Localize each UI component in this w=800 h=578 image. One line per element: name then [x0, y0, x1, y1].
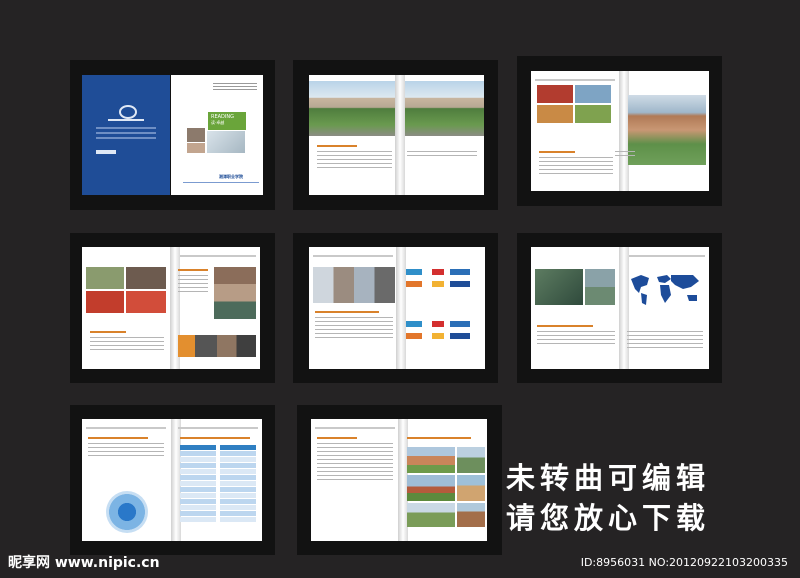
header-rule [535, 79, 615, 81]
photo-building-1 [407, 447, 455, 473]
cover-footer-line [183, 182, 259, 183]
photo-portraits [214, 267, 256, 319]
header-rule [313, 255, 393, 257]
brochure-spread-buildings [297, 405, 502, 555]
reading-sub: 读·卓越 [211, 120, 225, 125]
photo-building-6 [457, 503, 485, 527]
photo-man [535, 269, 583, 305]
photo-d [575, 105, 611, 123]
slogan-line-1: 未转曲可编辑 [505, 461, 710, 495]
contact-lines [213, 83, 257, 90]
world-map-icon [627, 269, 703, 309]
body-text [90, 337, 164, 353]
photo-building-5 [407, 503, 455, 527]
image-id-watermark: ID:8956031 NO:20120922103200335 [580, 556, 788, 569]
brochure-spread-campus-panorama [293, 60, 498, 210]
spread-pages [531, 71, 709, 191]
section-heading-rule [537, 325, 593, 327]
cover-back: READING 读·卓越 湘潭职业学院 [171, 75, 263, 195]
section-heading-rule [539, 151, 575, 153]
body-text-left [317, 151, 392, 171]
reading-label: READING [211, 114, 234, 120]
body-text [88, 443, 164, 459]
section-heading-rule-2 [90, 331, 126, 333]
photo-bridge [628, 95, 706, 165]
body-text [317, 443, 393, 483]
body-text-right [407, 151, 477, 159]
photo-building-2 [457, 447, 485, 473]
brochure-spread-world-map [517, 233, 722, 383]
spine [396, 247, 406, 369]
section-heading-rule [315, 311, 379, 313]
photo-b [575, 85, 611, 103]
photo-group [126, 267, 166, 289]
photo-building-4 [457, 475, 485, 501]
photo-heading-rule [407, 437, 471, 439]
brochure-spread-cover: READING 读·卓越 湘潭职业学院 [70, 60, 275, 210]
header-rule [176, 255, 256, 257]
spine [395, 75, 405, 195]
body-text-right [627, 331, 703, 351]
brochure-spread-student-activities [70, 233, 275, 383]
body-text [315, 317, 393, 341]
cover-search-box [96, 150, 116, 154]
spread-pages [309, 247, 485, 369]
header-rule-right [178, 427, 258, 429]
slogan-line-2: 请您放心下载 [505, 501, 710, 535]
photo-strip [178, 335, 256, 357]
header-rule [86, 427, 166, 429]
data-table-right [220, 445, 256, 523]
photo-c [537, 105, 573, 123]
section-heading-rule [88, 437, 148, 439]
school-name: 湘潭职业学院 [219, 174, 243, 179]
cover-front [82, 75, 170, 195]
spread-pages [311, 419, 487, 541]
data-table-left [180, 445, 216, 523]
photo-stage [86, 291, 124, 313]
brochure-spread-campus-photos [517, 56, 722, 206]
caption-lines [615, 151, 635, 159]
cover-photo-students [187, 143, 205, 153]
brochure-spread-partner-logos [293, 233, 498, 383]
school-emblem-icon [119, 105, 137, 119]
spread-pages [82, 419, 262, 541]
header-rule [315, 427, 395, 429]
photo-a [537, 85, 573, 103]
section-heading-rule [178, 269, 208, 271]
photo-building-3 [407, 475, 455, 501]
cover-text-lines [96, 127, 156, 147]
photo-crowd [86, 267, 124, 289]
photo-assembly [126, 291, 166, 313]
section-heading-rule [317, 145, 357, 147]
spread-pages [309, 75, 484, 195]
logo-grid-top [406, 269, 480, 297]
cover-photo-group [187, 128, 205, 142]
header-rule [625, 255, 705, 257]
photo-row [313, 267, 395, 303]
list-text [178, 275, 208, 295]
photo-students [585, 269, 615, 305]
reading-badge: READING 读·卓越 [208, 112, 246, 130]
body-text-left [537, 331, 615, 347]
cover-photo-teacher [207, 131, 245, 153]
cover-title-bar [108, 119, 144, 121]
site-watermark: 昵享网 www.nipic.cn [8, 555, 160, 571]
spread-pages [531, 247, 709, 369]
brochure-spread-data-table [70, 405, 275, 555]
logo-grid-bottom [406, 321, 480, 351]
section-heading-rule [317, 437, 357, 439]
spread-pages [82, 247, 260, 369]
body-text [539, 157, 613, 177]
table-heading-rule [180, 437, 250, 439]
radial-diagram [106, 491, 148, 533]
